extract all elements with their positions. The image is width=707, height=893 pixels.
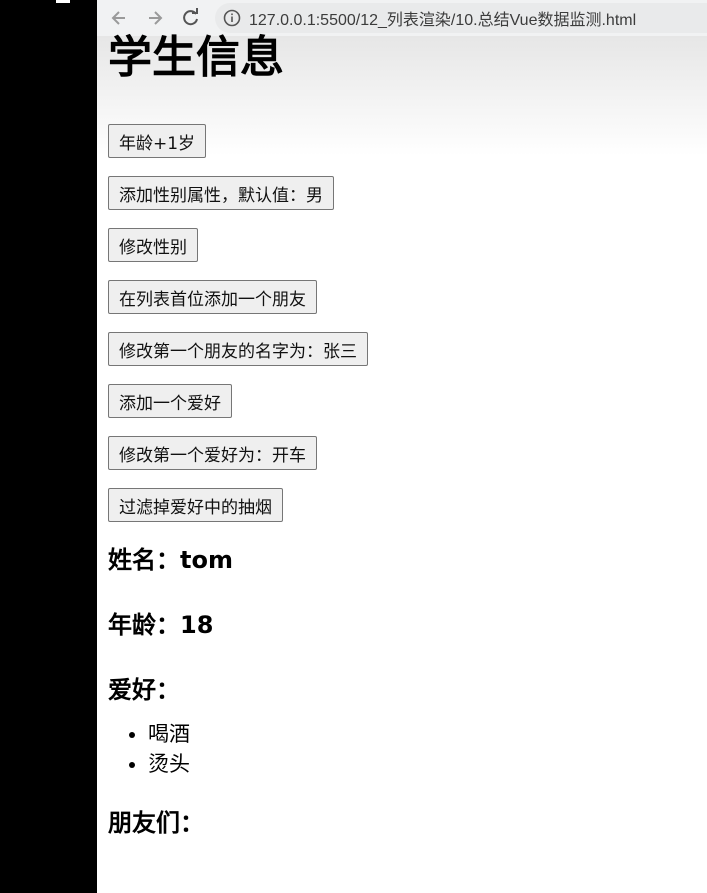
browser-toolbar: 127.0.0.1:5500/12_列表渲染/10.总结Vue数据监测.html (97, 0, 707, 36)
change-first-hobby-button[interactable]: 修改第一个爱好为：开车 (108, 436, 317, 470)
age-line: 年龄：18 (108, 611, 214, 639)
browser-window: 127.0.0.1:5500/12_列表渲染/10.总结Vue数据监测.html… (97, 0, 707, 893)
add-hobby-button[interactable]: 添加一个爱好 (108, 384, 232, 418)
filter-smoking-button[interactable]: 过滤掉爱好中的抽烟 (108, 488, 283, 522)
add-gender-button[interactable]: 添加性别属性，默认值：男 (108, 176, 334, 210)
info-icon (223, 9, 241, 27)
hobby-item: 喝酒 (148, 719, 698, 749)
hobby-heading: 爱好： (108, 676, 180, 704)
friends-heading: 朋友们： (108, 809, 204, 837)
url-text: 127.0.0.1:5500/12_列表渲染/10.总结Vue数据监测.html (249, 12, 637, 29)
address-bar[interactable]: 127.0.0.1:5500/12_列表渲染/10.总结Vue数据监测.html (215, 3, 707, 33)
corner-mark (56, 0, 70, 3)
black-margin (0, 0, 97, 893)
reload-icon (183, 8, 198, 26)
reload-button[interactable] (177, 4, 205, 32)
age-plus-one-button[interactable]: 年龄+1岁 (108, 124, 207, 158)
forward-button[interactable] (141, 4, 169, 32)
name-line: 姓名：tom (108, 546, 233, 574)
page-content: 学生信息 年龄+1岁 添加性别属性，默认值：男 修改性别 在列表首位添加一个朋友… (108, 36, 698, 838)
arrow-right-icon (149, 11, 163, 25)
arrow-left-icon (111, 11, 125, 25)
add-friend-first-button[interactable]: 在列表首位添加一个朋友 (108, 280, 317, 314)
page-title: 学生信息 (108, 32, 284, 83)
hobby-list: 喝酒 烫头 (108, 719, 698, 779)
back-button[interactable] (105, 4, 133, 32)
change-gender-button[interactable]: 修改性别 (108, 228, 198, 262)
rename-first-friend-button[interactable]: 修改第一个朋友的名字为：张三 (108, 332, 368, 366)
hobby-item: 烫头 (148, 749, 698, 779)
